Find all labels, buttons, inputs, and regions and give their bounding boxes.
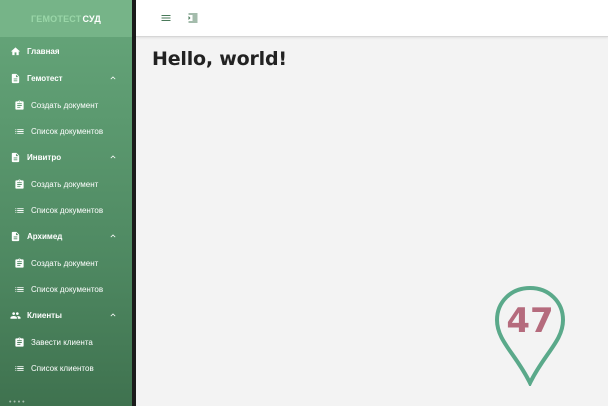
chevron-up-icon[interactable] (108, 73, 118, 85)
chevron-up-icon[interactable] (108, 152, 118, 164)
sidebar-group-gemotest[interactable]: Гемотест (0, 65, 132, 92)
home-icon (9, 45, 21, 57)
list-icon (13, 204, 25, 216)
badge-number: 47 (506, 301, 553, 341)
clipboard-icon (13, 336, 25, 348)
people-icon (9, 310, 21, 322)
clipboard-icon (13, 99, 25, 111)
sidebar-item-label: Список документов (31, 205, 104, 215)
sidebar-item-label: Список клиентов (31, 363, 94, 373)
sidebar-item-home[interactable]: Главная (0, 37, 132, 65)
chevron-up-icon[interactable] (108, 310, 118, 322)
sidebar-item-label: Создать документ (31, 100, 99, 110)
brand-name-part2: СУД (82, 13, 102, 24)
sidebar-item-create-document[interactable]: Создать документ (0, 171, 132, 197)
top-toolbar (136, 0, 608, 37)
brand-name-part1: ГЕМОТЕСТ (30, 13, 82, 24)
sidebar-group-invitro[interactable]: Инвитро (0, 144, 132, 171)
sidebar-item-label: Создать документ (31, 179, 99, 189)
file-icon (9, 231, 21, 243)
sidebar-group-arkhimed[interactable]: Архимед (0, 223, 132, 250)
sidebar-item-document-list[interactable]: Список документов (0, 118, 132, 144)
sidebar-group-label: Клиенты (27, 311, 62, 320)
file-icon (9, 73, 21, 85)
sidebar: ГЕМОТЕСТ СУД Главная Гемотест Создать до… (0, 0, 132, 406)
notification-badge[interactable]: 47 (494, 285, 566, 388)
sidebar-item-create-document[interactable]: Создать документ (0, 92, 132, 118)
sidebar-item-create-document[interactable]: Создать документ (0, 250, 132, 276)
sidebar-item-label: Завести клиента (31, 337, 93, 347)
menu-icon (160, 12, 172, 24)
sidebar-item-document-list[interactable]: Список документов (0, 276, 132, 302)
sidebar-item-document-list[interactable]: Список документов (0, 197, 132, 223)
clipboard-icon (13, 178, 25, 190)
clipboard-icon (13, 257, 25, 269)
indent-icon (187, 12, 199, 24)
sidebar-item-label: Создать документ (31, 258, 99, 268)
sidebar-group-label: Гемотест (27, 74, 63, 83)
sidebar-item-add-client[interactable]: Завести клиента (0, 329, 132, 355)
sidebar-group-clients[interactable]: Клиенты (0, 302, 132, 329)
list-icon (13, 283, 25, 295)
sidebar-group-label: Архимед (27, 232, 63, 241)
page-title: Hello, world! (152, 48, 287, 70)
list-icon (13, 125, 25, 137)
chevron-up-icon[interactable] (108, 231, 118, 243)
sidebar-item-label: Список документов (31, 284, 104, 294)
sidebar-item-label: Список документов (31, 126, 104, 136)
collapse-sidebar-button[interactable] (185, 10, 201, 26)
sidebar-overflow-hint: • • • • (9, 399, 25, 406)
sidebar-item-client-list[interactable]: Список клиентов (0, 355, 132, 381)
sidebar-item-label: Главная (27, 46, 60, 56)
list-icon (13, 362, 25, 374)
sidebar-group-label: Инвитро (27, 153, 62, 162)
brand-logo[interactable]: ГЕМОТЕСТ СУД (0, 0, 132, 37)
menu-button[interactable] (158, 10, 174, 26)
file-icon (9, 152, 21, 164)
